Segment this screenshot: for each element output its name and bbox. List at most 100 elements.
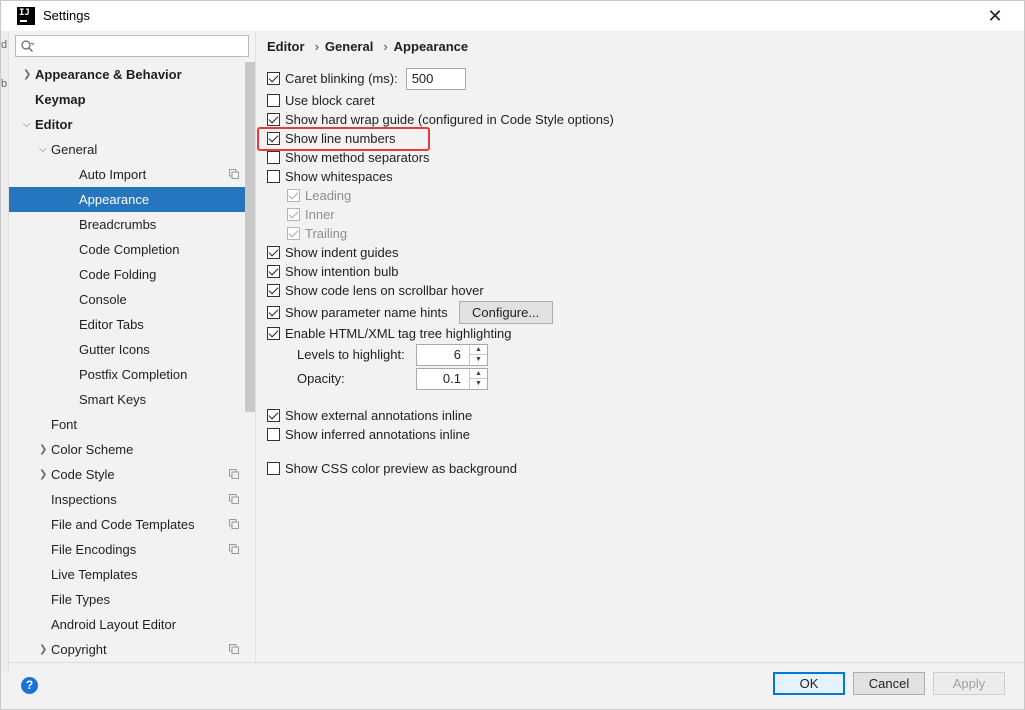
sidebar-item-code-completion[interactable]: Code Completion (9, 237, 245, 262)
inferred-annotations-checkbox[interactable] (267, 428, 280, 441)
chevron-right-icon[interactable]: ❯ (39, 637, 49, 662)
intellij-app-icon: IJ (17, 7, 35, 25)
whitespaces-option[interactable]: Show whitespaces (267, 167, 393, 186)
sidebar-item-color-scheme[interactable]: ❯ Color Scheme (9, 437, 245, 462)
sidebar-item-postfix-completion[interactable]: Postfix Completion (9, 362, 245, 387)
settings-search-input[interactable] (15, 35, 249, 57)
sidebar-item-label: Auto Import (79, 167, 147, 182)
sidebar-item-appearance-behavior[interactable]: ❯ Appearance & Behavior (9, 62, 245, 87)
chevron-right-icon[interactable]: ❯ (39, 462, 49, 487)
settings-window: IJ Settings ✕ d b ❯ Appearance & Behavior… (0, 0, 1025, 710)
sidebar-item-editor[interactable]: ⌵ Editor (9, 112, 245, 137)
intention-bulb-option[interactable]: Show intention bulb (267, 262, 398, 281)
chevron-right-icon[interactable]: ❯ (23, 62, 33, 87)
method-separators-checkbox[interactable] (267, 151, 280, 164)
sidebar-item-label: Appearance & Behavior (35, 67, 182, 82)
sidebar-item-appearance[interactable]: Appearance (9, 187, 245, 212)
parameter-hints-option[interactable]: Show parameter name hints Configure... (267, 301, 553, 324)
code-lens-checkbox[interactable] (267, 284, 280, 297)
indent-guides-option[interactable]: Show indent guides (267, 243, 398, 262)
tag-tree-highlighting-checkbox[interactable] (267, 327, 280, 340)
sidebar-scrollbar-thumb[interactable] (245, 62, 255, 412)
settings-tree: ❯ Appearance & Behavior Keymap ⌵ Editor ⌵ Gene… (9, 62, 245, 662)
whitespaces-checkbox[interactable] (267, 170, 280, 183)
code-lens-option[interactable]: Show code lens on scrollbar hover (267, 281, 484, 300)
sidebar-item-font[interactable]: Font (9, 412, 245, 437)
spinner-up-icon[interactable]: ▲ (469, 345, 487, 355)
sidebar-item-breadcrumbs[interactable]: Breadcrumbs (9, 212, 245, 237)
sidebar-item-live-templates[interactable]: Live Templates (9, 562, 245, 587)
close-icon[interactable]: ✕ (984, 5, 1006, 27)
hard-wrap-guide-checkbox[interactable] (267, 113, 280, 126)
whitespaces-label: Show whitespaces (285, 169, 393, 184)
spinner-up-icon[interactable]: ▲ (469, 369, 487, 379)
project-scope-icon (229, 644, 239, 654)
chevron-down-icon[interactable]: ⌵ (39, 137, 49, 162)
intention-bulb-label: Show intention bulb (285, 264, 399, 279)
css-color-preview-label: Show CSS color preview as background (285, 461, 517, 476)
external-annotations-checkbox[interactable] (267, 409, 280, 422)
inner-label: Inner (305, 207, 335, 222)
spinner-down-icon[interactable]: ▼ (469, 379, 487, 389)
sidebar-item-label: Code Style (51, 467, 115, 482)
sidebar-item-file-and-code-templates[interactable]: File and Code Templates (9, 512, 245, 537)
line-numbers-checkbox[interactable] (267, 132, 280, 145)
sidebar-item-editor-tabs[interactable]: Editor Tabs (9, 312, 245, 337)
breadcrumb-separator: › (314, 39, 319, 54)
sidebar-item-general[interactable]: ⌵ General (9, 137, 245, 162)
sidebar-item-android-layout-editor[interactable]: Android Layout Editor (9, 612, 245, 637)
tag-tree-highlighting-option[interactable]: Enable HTML/XML tag tree highlighting (267, 324, 511, 343)
sidebar-item-auto-import[interactable]: Auto Import (9, 162, 245, 187)
help-icon[interactable]: ? (21, 677, 38, 694)
sidebar-item-file-types[interactable]: File Types (9, 587, 245, 612)
caret-blinking-option[interactable]: Caret blinking (ms): 500 (267, 67, 466, 90)
block-caret-option[interactable]: Use block caret (267, 91, 375, 110)
intention-bulb-checkbox[interactable] (267, 265, 280, 278)
method-separators-option[interactable]: Show method separators (267, 148, 430, 167)
sidebar-scrollbar[interactable] (245, 62, 255, 662)
sidebar-item-label: Keymap (35, 92, 86, 107)
opacity-spinner[interactable]: 0.1 ▲ ▼ (416, 368, 488, 390)
sidebar-item-smart-keys[interactable]: Smart Keys (9, 387, 245, 412)
hard-wrap-guide-option[interactable]: Show hard wrap guide (configured in Code… (267, 110, 614, 129)
spinner-down-icon[interactable]: ▼ (469, 355, 487, 365)
cancel-button[interactable]: Cancel (853, 672, 925, 695)
trailing-option: Trailing (287, 224, 347, 243)
inferred-annotations-option[interactable]: Show inferred annotations inline (267, 425, 470, 444)
chevron-down-icon[interactable]: ⌵ (23, 112, 33, 137)
sidebar-item-code-folding[interactable]: Code Folding (9, 262, 245, 287)
sidebar-item-copyright[interactable]: ❯ Copyright (9, 637, 245, 662)
sidebar-item-inspections[interactable]: Inspections (9, 487, 245, 512)
sidebar-item-code-style[interactable]: ❯ Code Style (9, 462, 245, 487)
edge-char: b (1, 78, 8, 90)
caret-blinking-checkbox[interactable] (267, 72, 280, 85)
indent-guides-checkbox[interactable] (267, 246, 280, 259)
sidebar-item-label: Copyright (51, 642, 107, 657)
sidebar-item-label: File and Code Templates (51, 517, 195, 532)
css-color-preview-checkbox[interactable] (267, 462, 280, 475)
line-numbers-option[interactable]: Show line numbers (267, 129, 396, 148)
block-caret-checkbox[interactable] (267, 94, 280, 107)
apply-button[interactable]: Apply (933, 672, 1005, 695)
parameter-hints-checkbox[interactable] (267, 306, 280, 319)
css-color-preview-option[interactable]: Show CSS color preview as background (267, 459, 517, 478)
sidebar-item-gutter-icons[interactable]: Gutter Icons (9, 337, 245, 362)
chevron-right-icon[interactable]: ❯ (39, 437, 49, 462)
title-bar[interactable]: IJ Settings ✕ (1, 1, 1024, 31)
external-annotations-option[interactable]: Show external annotations inline (267, 406, 472, 425)
sidebar-item-label: Smart Keys (79, 392, 147, 407)
edge-char: d (1, 39, 8, 51)
caret-blinking-ms-input[interactable]: 500 (405, 67, 466, 90)
levels-to-highlight-label: Levels to highlight: (297, 347, 405, 362)
levels-to-highlight-spinner[interactable]: 6 ▲ ▼ (416, 344, 488, 366)
code-lens-label: Show code lens on scrollbar hover (285, 283, 484, 298)
sidebar-item-file-encodings[interactable]: File Encodings (9, 537, 245, 562)
sidebar-item-label: Live Templates (51, 567, 138, 582)
sidebar-item-console[interactable]: Console (9, 287, 245, 312)
sidebar-item-keymap[interactable]: Keymap (9, 87, 245, 112)
opacity-value: 0.1 (442, 371, 461, 386)
sidebar-item-label: General (51, 142, 98, 157)
sidebar-item-label: Color Scheme (51, 442, 134, 457)
ok-button[interactable]: OK (773, 672, 845, 695)
configure-button[interactable]: Configure... (458, 301, 553, 324)
